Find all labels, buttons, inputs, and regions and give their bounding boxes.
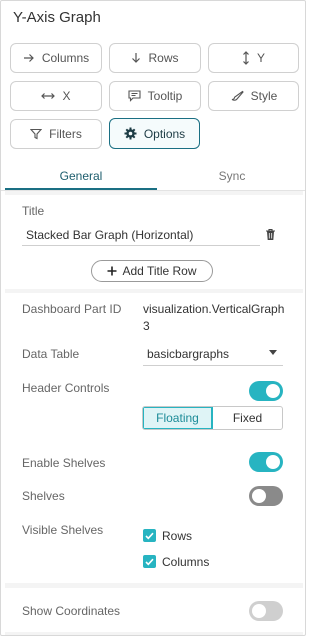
rows-checkbox-label: Rows [162, 529, 193, 543]
data-table-underline [143, 365, 283, 366]
tab-sync[interactable]: Sync [157, 161, 305, 191]
header-controls-toggle[interactable] [249, 381, 283, 401]
tooltip-label: Tooltip [147, 89, 183, 103]
panel-title: Y-Axis Graph [13, 9, 101, 26]
show-coordinates-toggle[interactable] [249, 601, 283, 621]
columns-checkbox-label: Columns [162, 555, 210, 569]
y-button[interactable]: Y [208, 43, 299, 73]
header-controls-label: Header Controls [22, 381, 110, 395]
tooltip-icon [128, 90, 141, 102]
filters-label: Filters [49, 127, 82, 141]
paint-brush-icon [231, 90, 244, 101]
dashboard-part-id-label: Dashboard Part ID [22, 302, 122, 316]
checkmark-icon [145, 532, 154, 539]
title-input[interactable]: Stacked Bar Graph (Horizontal) [26, 228, 193, 242]
checkmark-icon [145, 558, 154, 565]
columns-label: Columns [41, 51, 90, 65]
toggle-knob [266, 455, 280, 469]
enable-shelves-toggle[interactable] [249, 452, 283, 472]
horizontal-arrows-icon [41, 93, 56, 99]
gear-icon [124, 127, 137, 140]
fixed-option[interactable]: Fixed [213, 407, 282, 429]
add-title-row-label: Add Title Row [122, 264, 197, 278]
title-input-underline [22, 245, 260, 246]
columns-checkbox[interactable] [143, 555, 156, 568]
floating-option[interactable]: Floating [143, 407, 213, 429]
title-label: Title [22, 204, 45, 218]
data-table-select[interactable]: basicbargraphs [143, 343, 283, 365]
properties-panel: Y-Axis Graph Columns Rows Y X Tooltip St… [0, 0, 306, 636]
x-label: X [62, 89, 71, 103]
active-tab-indicator [5, 188, 157, 190]
visible-shelves-label: Visible Shelves [22, 523, 104, 537]
data-table-label: Data Table [22, 347, 80, 361]
tooltip-button[interactable]: Tooltip [109, 81, 201, 111]
options-button[interactable]: Options [109, 118, 200, 149]
columns-button[interactable]: Columns [10, 43, 102, 73]
funnel-icon [30, 128, 43, 140]
dashboard-part-id-value-line2: 3 [143, 319, 150, 333]
plus-icon [107, 266, 117, 276]
vertical-arrows-icon [243, 51, 249, 65]
style-button[interactable]: Style [208, 81, 299, 111]
trash-icon[interactable] [265, 228, 276, 241]
dashboard-part-id-value-line1: visualization.VerticalGraph [143, 302, 285, 316]
tab-general-label: General [59, 169, 103, 183]
tab-sync-label: Sync [218, 169, 246, 183]
toggle-knob [252, 604, 266, 618]
arrow-down-icon [132, 53, 141, 63]
style-label: Style [250, 89, 278, 103]
filters-button[interactable]: Filters [10, 119, 102, 149]
rows-checkbox[interactable] [143, 529, 156, 542]
options-label: Options [143, 126, 186, 141]
enable-shelves-label: Enable Shelves [22, 456, 106, 470]
show-coordinates-label: Show Coordinates [22, 604, 121, 618]
shelves-toggle[interactable] [249, 486, 283, 506]
toggle-knob [266, 384, 280, 398]
data-table-value: basicbargraphs [147, 347, 230, 361]
shelves-label: Shelves [22, 489, 65, 503]
rows-button[interactable]: Rows [109, 43, 201, 73]
add-title-row-button[interactable]: Add Title Row [91, 260, 213, 282]
x-button[interactable]: X [10, 81, 102, 111]
chevron-down-icon [269, 350, 277, 355]
y-label: Y [256, 51, 265, 65]
rows-label: Rows [148, 51, 179, 65]
header-mode-segmented: Floating Fixed [142, 406, 283, 430]
arrow-right-icon [23, 54, 34, 62]
tab-general[interactable]: General [5, 161, 157, 191]
toggle-knob [252, 489, 266, 503]
